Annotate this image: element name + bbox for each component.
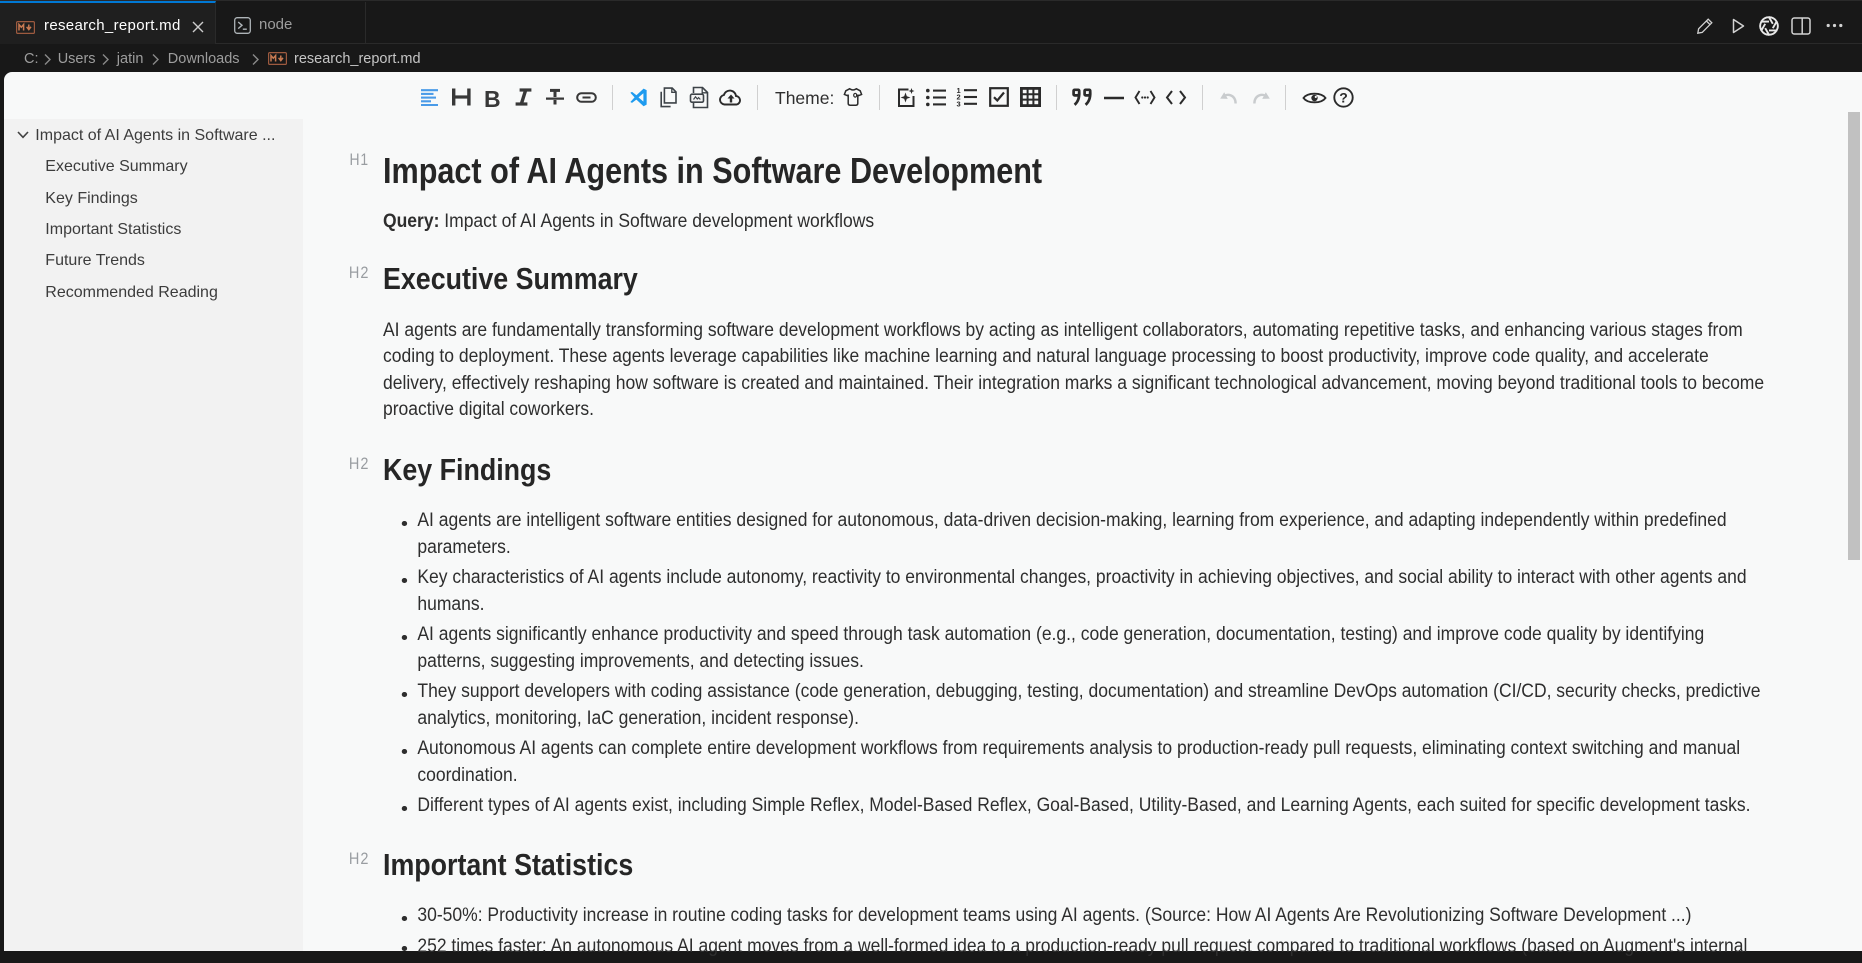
svg-text:?: ? xyxy=(1339,90,1348,106)
svg-text:3: 3 xyxy=(957,100,961,108)
